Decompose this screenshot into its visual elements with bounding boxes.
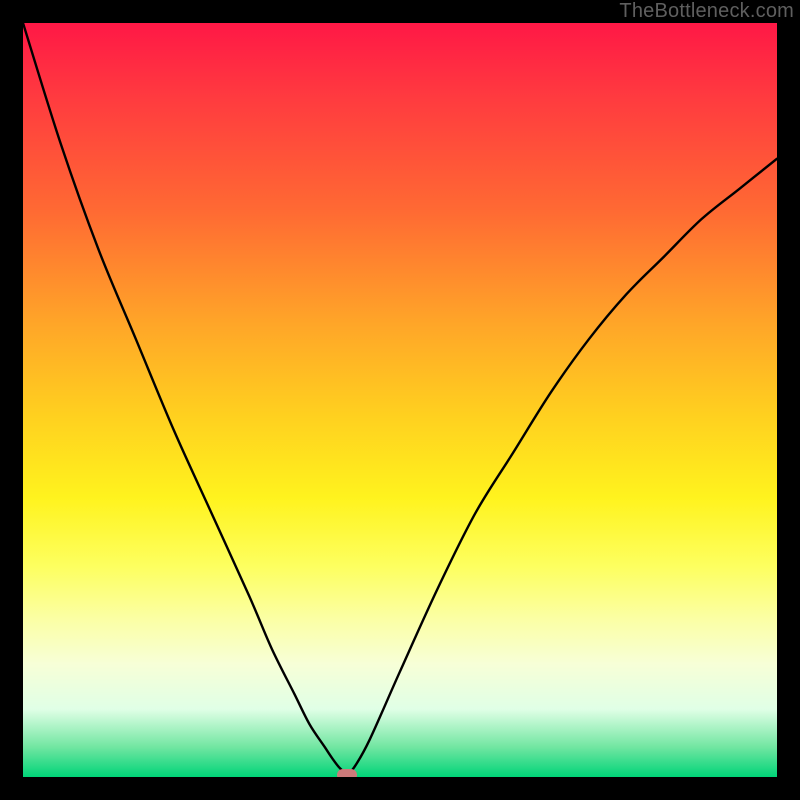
bottleneck-marker [337, 769, 357, 777]
watermark-label: TheBottleneck.com [619, 0, 794, 23]
chart-frame: TheBottleneck.com [0, 0, 800, 800]
plot-area [23, 23, 777, 777]
bottleneck-curve [23, 23, 777, 777]
